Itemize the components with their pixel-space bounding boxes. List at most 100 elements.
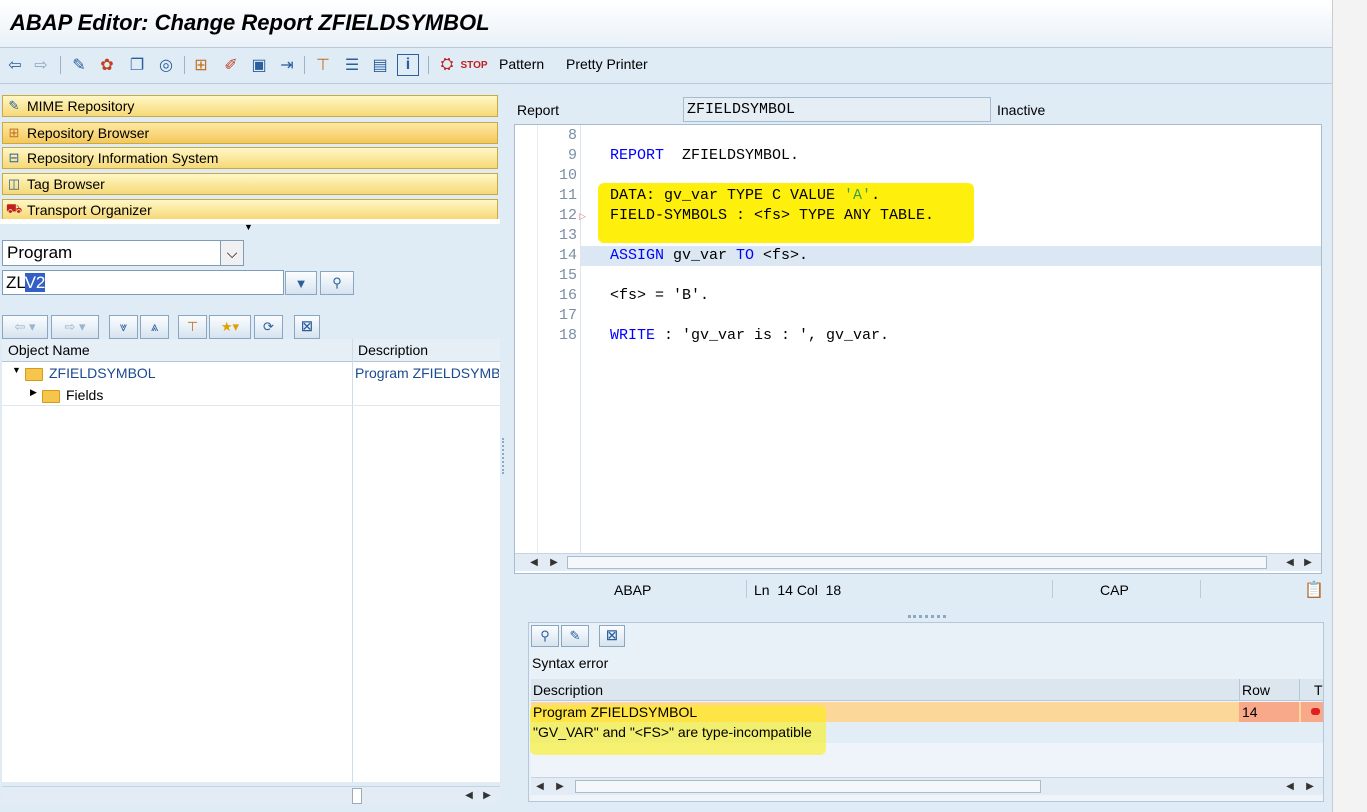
type-cell: [1301, 702, 1323, 722]
line-number: 8: [567, 127, 577, 144]
line-number: 16: [558, 287, 577, 304]
tree-node-label[interactable]: ZFIELDSYMBOL: [49, 365, 156, 381]
right-edge-strip: [1332, 0, 1367, 812]
scroll-right-icon[interactable]: ▶: [1303, 778, 1317, 794]
scroll-right-icon[interactable]: ▶: [547, 554, 561, 570]
toolbar-separator: [428, 56, 429, 74]
pretty-printer-button[interactable]: Pretty Printer: [566, 56, 648, 72]
tag-icon: ◫: [7, 176, 21, 191]
toolbar-separator: [184, 56, 185, 74]
object-name-text: ZL: [6, 273, 25, 292]
prev-object-icon[interactable]: ⇦ ▾: [2, 315, 48, 339]
nav-tag-browser[interactable]: ◫ Tag Browser: [2, 173, 498, 195]
scroll-thumb[interactable]: [575, 780, 1041, 793]
object-dropdown-button[interactable]: ▼: [285, 271, 317, 295]
expanded-triangle-icon[interactable]: ▼: [12, 365, 21, 375]
check-icon[interactable]: ✿: [96, 54, 118, 76]
where-used-icon[interactable]: ⇥: [276, 54, 298, 76]
column-type[interactable]: T: [1314, 682, 1323, 698]
panel-splitter[interactable]: [500, 88, 510, 812]
tree-row[interactable]: ▶ Fields: [2, 384, 500, 406]
object-list-icon[interactable]: ⊞: [190, 54, 212, 76]
splitter-grip[interactable]: [502, 438, 506, 474]
wand-icon[interactable]: ✐: [220, 54, 242, 76]
nav-mime-repository[interactable]: ✎ MIME Repository: [2, 95, 498, 117]
scroll-left-icon[interactable]: ◀: [1283, 778, 1297, 794]
nav-repository-browser[interactable]: ⊞ Repository Browser: [2, 122, 498, 144]
display-glasses-icon[interactable]: ⚲: [320, 271, 354, 295]
error-horizontal-scrollbar[interactable]: ◀ ▶ ◀ ▶: [531, 777, 1323, 795]
nav-transport-organizer[interactable]: ⛟ Transport Organizer: [2, 199, 498, 219]
collapsed-triangle-icon[interactable]: ▶: [30, 387, 37, 398]
close-icon[interactable]: ☒: [294, 315, 320, 339]
refresh-icon[interactable]: ⟳: [254, 315, 283, 339]
column-description[interactable]: Description: [533, 682, 603, 698]
error-table-header: Description Row T: [531, 679, 1323, 701]
edit-pencil-icon[interactable]: ✎: [561, 625, 589, 647]
scroll-thumb[interactable]: [352, 788, 362, 804]
panel-splitter[interactable]: [510, 610, 1332, 622]
line-number: 12: [558, 207, 577, 224]
stop-icon[interactable]: STOP: [460, 54, 487, 76]
line-number: 17: [558, 307, 577, 324]
layout-icon[interactable]: ▤: [369, 54, 391, 76]
scroll-right-icon[interactable]: ▶: [480, 787, 494, 803]
favorites-star-icon[interactable]: ★▾: [209, 315, 251, 339]
editor-status-bar: ABAP Ln 14 Col 18 CAP 📋: [514, 576, 1324, 604]
hierarchy-icon[interactable]: ⊤: [312, 54, 334, 76]
tree-node-label[interactable]: Fields: [66, 387, 103, 403]
cursor-position: Ln 14 Col 18: [754, 582, 842, 598]
activate-icon[interactable]: ❐: [126, 54, 148, 76]
nav-expand-icon[interactable]: ▼: [244, 222, 253, 232]
nav-label: Repository Browser: [27, 125, 150, 141]
back-arrow-icon[interactable]: ⇦: [4, 54, 26, 76]
line-number: 15: [558, 267, 577, 284]
toolbar-separator: [304, 56, 305, 74]
nav-repository-information-system[interactable]: ⊟ Repository Information System: [2, 147, 498, 169]
scroll-left-icon[interactable]: ◀: [462, 787, 476, 803]
display-glasses-icon[interactable]: ⚲: [531, 625, 559, 647]
scroll-thumb[interactable]: [567, 556, 1267, 569]
collapse-icon[interactable]: ⩔: [109, 315, 138, 339]
glasses-pencil-icon[interactable]: ✎: [68, 54, 90, 76]
line-number: 18: [558, 327, 577, 344]
expand-icon[interactable]: ⩓: [140, 315, 169, 339]
scroll-right-icon[interactable]: ▶: [553, 778, 567, 794]
code-keyword: ASSIGN: [610, 247, 665, 264]
object-type-select[interactable]: Program: [2, 240, 244, 266]
info-icon[interactable]: i: [397, 54, 419, 76]
next-object-icon[interactable]: ⇨ ▾: [51, 315, 99, 339]
column-divider: [1299, 679, 1300, 701]
enhance-icon[interactable]: ▣: [248, 54, 270, 76]
stack-icon[interactable]: ☰: [341, 54, 363, 76]
error-message: "GV_VAR" and "<FS>" are type-incompatibl…: [533, 724, 812, 740]
tree-horizontal-scrollbar[interactable]: ◀ ▶: [2, 786, 500, 804]
error-panel-title: Syntax error: [532, 655, 609, 671]
object-name-input[interactable]: ZLV2: [2, 270, 284, 295]
splitter-grip[interactable]: [908, 615, 946, 618]
column-description[interactable]: Description: [358, 342, 428, 358]
test-icon[interactable]: ◎: [155, 54, 177, 76]
tree-hierarchy-icon[interactable]: ⊤: [178, 315, 207, 339]
error-message-row[interactable]: "GV_VAR" and "<FS>" are type-incompatibl…: [531, 722, 1323, 743]
column-row[interactable]: Row: [1242, 682, 1270, 698]
scroll-left-icon[interactable]: ◀: [527, 554, 541, 570]
close-icon[interactable]: ☒: [599, 625, 625, 647]
scroll-right-icon[interactable]: ▶: [1301, 554, 1315, 570]
scroll-left-icon[interactable]: ◀: [533, 778, 547, 794]
code-line-11: DATA: gv_var TYPE C VALUE 'A'.: [610, 187, 880, 204]
tree-row[interactable]: ▼ ZFIELDSYMBOL Program ZFIELDSYMB: [2, 362, 500, 384]
fold-margin: [537, 125, 538, 553]
forward-arrow-icon[interactable]: ⇨: [30, 54, 52, 76]
editor-horizontal-scrollbar[interactable]: ◀ ▶ ◀ ▶: [515, 553, 1321, 571]
chevron-down-icon[interactable]: ⌵: [220, 241, 243, 265]
clipboard-icon[interactable]: 📋: [1304, 580, 1324, 600]
scroll-left-icon[interactable]: ◀: [1283, 554, 1297, 570]
pattern-button[interactable]: Pattern: [499, 56, 544, 72]
error-row-number: 14: [1242, 704, 1258, 720]
error-group-row[interactable]: Program ZFIELDSYMBOL 14: [531, 702, 1323, 722]
truck-icon: ⛟: [5, 200, 23, 216]
column-object-name[interactable]: Object Name: [8, 342, 90, 358]
debug-icon[interactable]: ⛭: [436, 54, 458, 76]
program-status: Inactive: [997, 102, 1046, 118]
